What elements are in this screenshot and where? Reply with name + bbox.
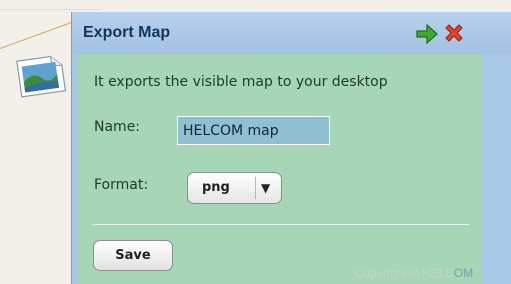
copyright-notice: Copyright © HELCOM [355, 266, 473, 280]
save-button[interactable]: Save [93, 240, 173, 271]
dialog-titlebar: Export Map [72, 12, 511, 54]
map-image-icon [16, 55, 67, 98]
export-map-dialog: Export Map It exports the visible map to… [71, 12, 511, 284]
select-divider [255, 177, 256, 199]
form-separator [92, 224, 469, 225]
map-road-line [0, 9, 100, 10]
format-label: Format: [94, 177, 149, 193]
export-description: It exports the visible map to your deskt… [94, 74, 388, 90]
format-select[interactable]: png ▼ [187, 172, 282, 204]
copyright-text: Copyright © HELC [355, 266, 454, 280]
export-arrow-icon[interactable] [416, 24, 438, 44]
chevron-down-icon[interactable]: ▼ [261, 181, 270, 195]
name-label: Name: [94, 119, 141, 135]
name-input[interactable] [177, 116, 330, 145]
dialog-title: Export Map [83, 24, 171, 41]
dialog-content: It exports the visible map to your deskt… [77, 54, 481, 284]
format-selected-value: png [202, 180, 230, 195]
close-icon[interactable] [443, 22, 465, 44]
copyright-text-tail: OM [453, 266, 474, 280]
map-boundary-line [0, 19, 80, 49]
